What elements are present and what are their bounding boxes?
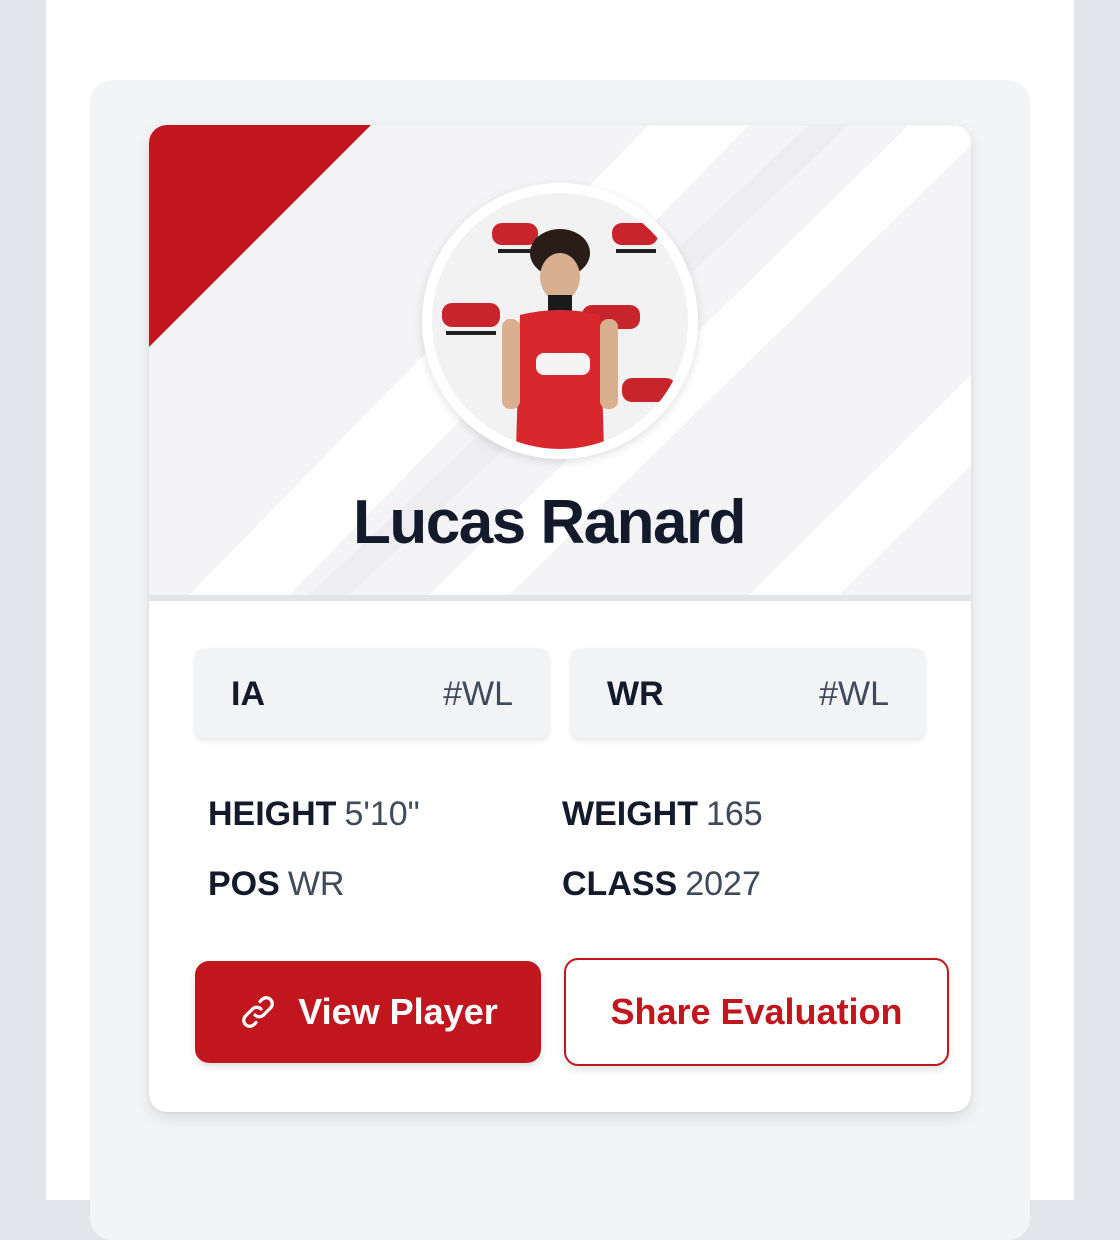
player-card: Lucas Ranard IA #WL WR #WL HEIGHT 5'10" W… <box>149 125 971 1112</box>
stat-position-label: POS <box>208 865 280 903</box>
share-evaluation-label: Share Evaluation <box>610 991 903 1032</box>
ranking-state-label: IA <box>231 675 265 713</box>
ranking-position-value: #WL <box>819 675 889 713</box>
ranking-position-label: WR <box>607 675 664 713</box>
stat-position-value: WR <box>287 865 345 903</box>
stat-class-label: CLASS <box>562 865 678 903</box>
link-icon <box>242 996 275 1028</box>
player-photo <box>432 193 688 449</box>
stat-class-value: 2027 <box>685 865 761 903</box>
share-evaluation-button[interactable]: Share Evaluation <box>564 958 949 1066</box>
card-header: Lucas Ranard <box>149 125 971 595</box>
stat-class: CLASS 2027 <box>562 865 761 904</box>
ranking-state: IA #WL <box>195 648 549 738</box>
view-player-label: View Player <box>298 991 498 1032</box>
stat-height-value: 5'10" <box>344 795 420 833</box>
stat-height-label: HEIGHT <box>208 795 337 833</box>
header-divider <box>149 595 971 601</box>
player-name: Lucas Ranard <box>352 488 747 557</box>
stat-weight-value: 165 <box>705 795 763 833</box>
ranking-state-value: #WL <box>443 675 513 713</box>
view-player-button[interactable]: View Player <box>195 961 541 1063</box>
stat-height: HEIGHT 5'10" <box>208 795 420 834</box>
stat-weight-label: WEIGHT <box>562 795 698 833</box>
player-avatar[interactable] <box>422 183 698 459</box>
stat-weight: WEIGHT 165 <box>562 795 763 834</box>
stat-position: POS WR <box>208 865 344 904</box>
ranking-position: WR #WL <box>571 648 925 738</box>
